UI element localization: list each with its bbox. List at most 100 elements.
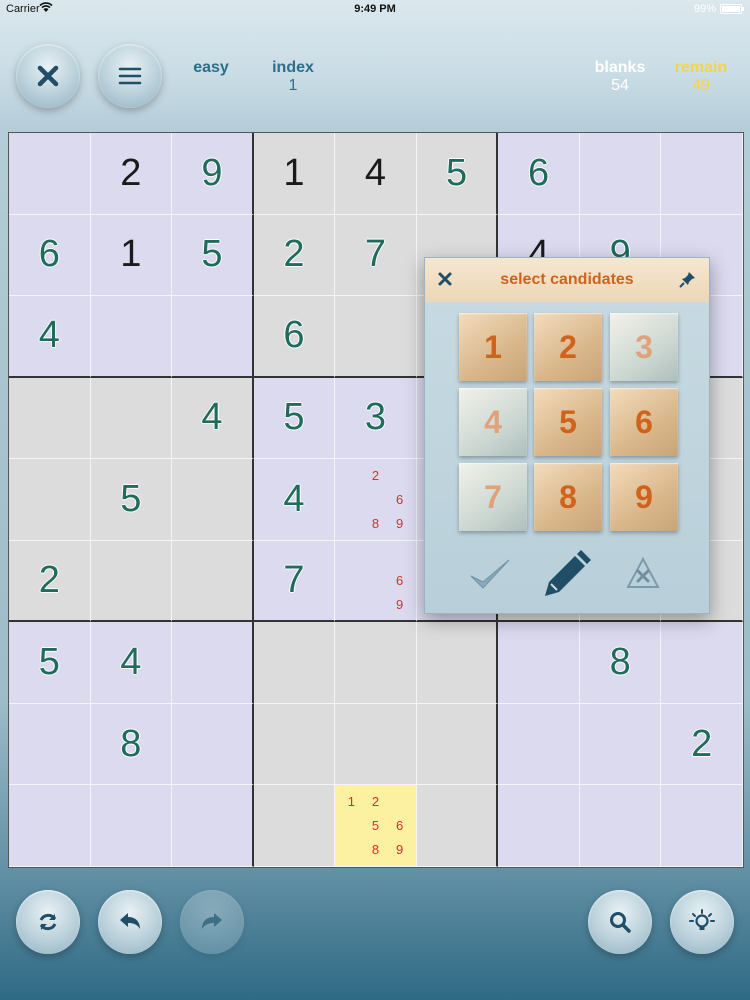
- candidate-mark: [339, 814, 363, 838]
- board-cell[interactable]: [579, 785, 662, 867]
- board-cell[interactable]: 6: [498, 133, 580, 215]
- pin-button[interactable]: [679, 270, 697, 293]
- board-cell[interactable]: 7: [335, 214, 417, 297]
- board-cell[interactable]: [90, 377, 173, 460]
- entered-digit: 4: [120, 641, 142, 684]
- board-cell[interactable]: 5: [253, 377, 336, 460]
- board-cell[interactable]: 3: [335, 377, 417, 460]
- board-cell[interactable]: 1: [253, 133, 336, 215]
- cell-candidates: 2689: [339, 463, 412, 536]
- board-cell[interactable]: [172, 703, 254, 786]
- redo-button[interactable]: [180, 890, 244, 954]
- board-cell[interactable]: [253, 703, 336, 786]
- pencil-button[interactable]: [539, 546, 593, 603]
- entered-digit: 6: [528, 151, 550, 194]
- board-cell[interactable]: 5: [9, 622, 91, 704]
- undo-icon: [118, 912, 142, 932]
- candidate-button-2[interactable]: 2: [534, 313, 602, 381]
- board-cell[interactable]: [579, 133, 662, 215]
- board-cell[interactable]: [335, 296, 417, 378]
- board-cell[interactable]: [253, 622, 336, 704]
- entered-digit: 5: [283, 396, 305, 439]
- candidate-mark: 1: [347, 794, 355, 810]
- board-cell[interactable]: [172, 459, 254, 541]
- pin-icon: [679, 272, 697, 292]
- board-cell[interactable]: [661, 133, 743, 215]
- board-cell[interactable]: [661, 622, 743, 704]
- board-cell[interactable]: 8: [579, 622, 662, 704]
- board-cell[interactable]: [335, 622, 417, 704]
- board-cell[interactable]: 4: [335, 133, 417, 215]
- board-cell[interactable]: [579, 703, 662, 786]
- candidate-mark: 2: [371, 467, 380, 483]
- board-cell[interactable]: [661, 785, 743, 867]
- board-cell[interactable]: [172, 785, 254, 867]
- board-cell[interactable]: 9: [172, 133, 254, 215]
- candidate-button-5[interactable]: 5: [534, 388, 602, 456]
- menu-button[interactable]: [98, 44, 162, 108]
- remain-label: remain: [674, 59, 728, 76]
- board-cell[interactable]: 5: [90, 459, 173, 541]
- board-cell[interactable]: 4: [90, 622, 173, 704]
- board-cell[interactable]: 4: [172, 377, 254, 460]
- board-cell[interactable]: [90, 540, 173, 623]
- board-cell[interactable]: [9, 459, 91, 541]
- board-cell[interactable]: 6: [9, 214, 91, 297]
- refresh-button[interactable]: [16, 890, 80, 954]
- board-cell[interactable]: 2: [661, 703, 743, 786]
- given-digit: 1: [120, 233, 142, 276]
- hint-button[interactable]: [670, 890, 734, 954]
- confirm-button[interactable]: [467, 556, 513, 597]
- board-cell[interactable]: [498, 622, 580, 704]
- board-cell[interactable]: 12 5689: [335, 785, 417, 867]
- board-cell[interactable]: 4: [9, 296, 91, 378]
- board-cell[interactable]: 2: [90, 133, 173, 215]
- candidate-button-7[interactable]: 7: [459, 463, 527, 531]
- board-cell[interactable]: 2: [253, 214, 336, 297]
- board-cell[interactable]: 7: [253, 540, 336, 623]
- board-cell[interactable]: 8: [90, 703, 173, 786]
- candidate-mark: 6: [396, 491, 404, 507]
- close-button[interactable]: [16, 44, 80, 108]
- board-cell[interactable]: [172, 296, 254, 378]
- undo-button[interactable]: [98, 890, 162, 954]
- candidate-button-4[interactable]: 4: [459, 388, 527, 456]
- board-cell[interactable]: 69: [335, 540, 417, 623]
- candidate-mark: 5: [371, 818, 380, 834]
- board-cell[interactable]: [9, 703, 91, 786]
- search-button[interactable]: [588, 890, 652, 954]
- remain-value: 49: [692, 77, 710, 94]
- board-cell[interactable]: 2: [9, 540, 91, 623]
- candidate-button-6[interactable]: 6: [610, 388, 678, 456]
- candidate-button-8[interactable]: 8: [534, 463, 602, 531]
- board-cell[interactable]: [172, 540, 254, 623]
- entered-digit: 7: [283, 559, 305, 602]
- board-cell[interactable]: [416, 703, 499, 786]
- clear-candidates-button[interactable]: [625, 556, 661, 595]
- board-cell[interactable]: [9, 785, 91, 867]
- board-cell[interactable]: [172, 622, 254, 704]
- candidate-button-3[interactable]: 3: [610, 313, 678, 381]
- entered-digit: 3: [364, 396, 387, 439]
- board-cell[interactable]: [416, 622, 499, 704]
- board-cell[interactable]: [498, 785, 580, 867]
- board-cell[interactable]: [498, 703, 580, 786]
- board-cell[interactable]: 1: [90, 214, 173, 297]
- board-cell[interactable]: [90, 785, 173, 867]
- board-cell[interactable]: [253, 785, 336, 867]
- candidate-button-9[interactable]: 9: [610, 463, 678, 531]
- board-cell[interactable]: 5: [172, 214, 254, 297]
- board-cell[interactable]: [9, 133, 91, 215]
- board-cell[interactable]: 4: [253, 459, 336, 541]
- popup-close-button[interactable]: [437, 271, 453, 292]
- board-cell[interactable]: [416, 785, 499, 867]
- board-cell[interactable]: [9, 377, 91, 460]
- entered-digit: 2: [691, 722, 713, 765]
- board-cell[interactable]: [90, 296, 173, 378]
- board-cell[interactable]: 6: [253, 296, 336, 378]
- board-cell[interactable]: [335, 703, 417, 786]
- board-cell[interactable]: 2689: [335, 459, 417, 541]
- board-cell[interactable]: 5: [416, 133, 499, 215]
- candidate-button-1[interactable]: 1: [459, 313, 527, 381]
- entered-digit: 4: [201, 396, 223, 439]
